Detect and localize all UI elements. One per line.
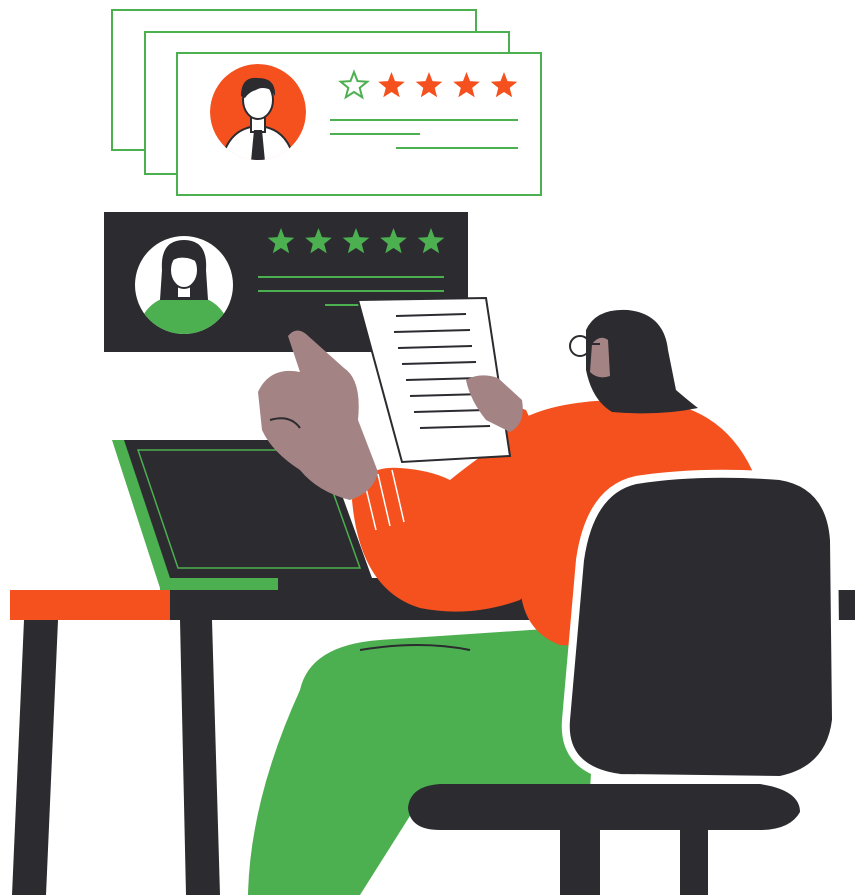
person-head [569,309,698,414]
person-legs [248,628,597,895]
review-illustration [10,9,855,895]
review-card-stack [111,9,542,196]
